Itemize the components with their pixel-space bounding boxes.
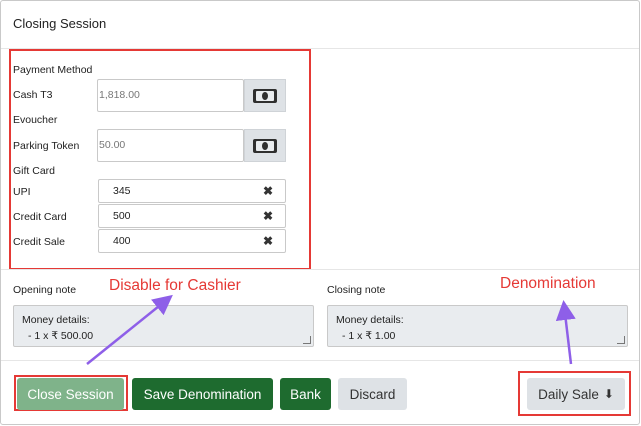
closing-note-line1: Money details: (336, 314, 404, 326)
denomination-annotation: Denomination (500, 275, 596, 292)
credit-sale-label: Credit Sale (13, 236, 65, 248)
credit-card-label: Credit Card (13, 211, 67, 223)
modal-title: Closing Session (13, 16, 107, 31)
close-icon[interactable]: ✖ (263, 230, 273, 252)
cash-denomination-button[interactable] (244, 79, 286, 112)
closing-note-label: Closing note (327, 284, 386, 296)
credit-card-value: 500 (113, 210, 131, 222)
disable-for-cashier-annotation: Disable for Cashier (109, 277, 241, 294)
upi-input[interactable]: 345 ✖ (98, 179, 286, 203)
parking-token-denomination-button[interactable] (244, 129, 286, 162)
resize-handle-icon[interactable] (303, 336, 311, 344)
cash-label: Cash T3 (13, 89, 53, 101)
opening-note-textarea[interactable]: Money details: - 1 x ₹ 500.00 (13, 305, 314, 347)
resize-handle-icon[interactable] (617, 336, 625, 344)
opening-note-label: Opening note (13, 284, 77, 296)
closing-session-modal: Closing Session Payment Method Cash T3 1… (0, 0, 640, 425)
closing-note-line2: - 1 x ₹ 1.00 (342, 330, 396, 342)
gift-card-label: Gift Card (13, 165, 56, 177)
modal-header: Closing Session (1, 1, 639, 49)
close-icon[interactable]: ✖ (263, 180, 273, 202)
daily-sale-label: Daily Sale (538, 386, 599, 402)
section-divider (1, 269, 639, 270)
daily-sale-button[interactable]: Daily Sale ⬇ (527, 378, 625, 410)
save-denomination-button[interactable]: Save Denomination (132, 378, 273, 410)
discard-button[interactable]: Discard (338, 378, 407, 410)
footer-divider (1, 360, 639, 361)
money-bill-icon (253, 88, 277, 103)
closing-note-textarea[interactable]: Money details: - 1 x ₹ 1.00 (327, 305, 628, 347)
close-session-button[interactable]: Close Session (17, 378, 124, 410)
credit-card-input[interactable]: 500 ✖ (98, 204, 286, 228)
opening-note-line1: Money details: (22, 314, 90, 326)
evoucher-label: Evoucher (13, 114, 58, 126)
upi-value: 345 (113, 185, 131, 197)
cash-input[interactable]: 1,818.00 (97, 79, 244, 112)
payment-method-label: Payment Method (13, 64, 93, 76)
download-icon: ⬇ (603, 387, 614, 401)
opening-note-line2: - 1 x ₹ 500.00 (28, 330, 94, 342)
credit-sale-input[interactable]: 400 ✖ (98, 229, 286, 253)
money-bill-icon (253, 138, 277, 153)
parking-token-input[interactable]: 50.00 (97, 129, 244, 162)
upi-label: UPI (13, 186, 31, 198)
parking-token-label: Parking Token (13, 140, 80, 152)
credit-sale-value: 400 (113, 235, 131, 247)
close-icon[interactable]: ✖ (263, 205, 273, 227)
bank-button[interactable]: Bank (280, 378, 331, 410)
